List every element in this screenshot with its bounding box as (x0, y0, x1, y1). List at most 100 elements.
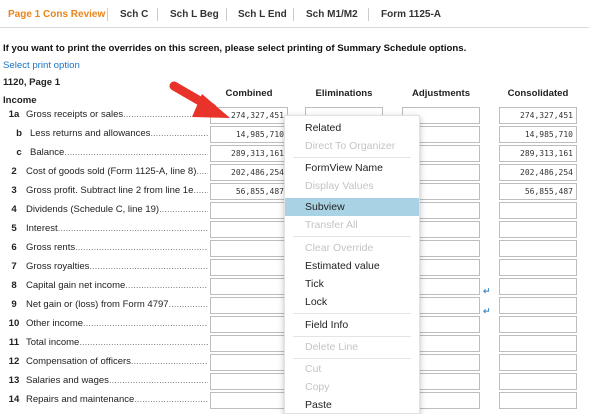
combined-field[interactable] (210, 392, 288, 409)
consolidated-field[interactable] (499, 373, 577, 390)
line-number: b (16, 128, 22, 139)
line-label: Dividends (Schedule C, line 19) (26, 204, 208, 215)
line-number: 10 (8, 318, 20, 329)
consolidated-field[interactable] (499, 335, 577, 352)
column-header-adjustments: Adjustments (411, 88, 471, 99)
menu-divider (293, 313, 411, 314)
menu-item-lock[interactable]: Lock (285, 293, 419, 311)
consolidated-field[interactable] (499, 221, 577, 238)
consolidated-field[interactable]: 56,855,487 (499, 183, 577, 200)
menu-item-display-values[interactable]: Display Values (285, 177, 419, 195)
menu-item-cut[interactable]: Cut (285, 360, 419, 378)
line-label: Repairs and maintenance (26, 394, 208, 405)
income-heading: Income (3, 95, 37, 106)
combined-field[interactable] (210, 316, 288, 333)
line-number: 14 (8, 394, 20, 405)
line-label: Gross royalties (26, 261, 208, 272)
menu-item-subview[interactable]: Subview (285, 198, 419, 216)
consolidated-field[interactable] (499, 259, 577, 276)
line-number: c (16, 147, 22, 158)
combined-field[interactable]: 56,855,487 (210, 183, 288, 200)
line-number: 4 (11, 204, 17, 215)
combined-field[interactable] (210, 221, 288, 238)
menu-divider (293, 236, 411, 237)
tab-bar: Page 1 Cons Review Sch C Sch L Beg Sch L… (0, 0, 589, 28)
consolidated-field[interactable] (499, 297, 577, 314)
combined-field[interactable]: 289,313,161 (210, 145, 288, 162)
context-menu: Related Direct To Organizer FormView Nam… (284, 115, 420, 414)
menu-item-tick[interactable]: Tick (285, 275, 419, 293)
combined-field[interactable] (210, 354, 288, 371)
menu-item-transfer-all[interactable]: Transfer All (285, 216, 419, 234)
line-number: 6 (11, 242, 17, 253)
line-label: Compensation of officers (26, 356, 208, 367)
combined-field[interactable] (210, 259, 288, 276)
pointer-arrow-icon (169, 81, 230, 118)
tab-sch-l-end[interactable]: Sch L End (238, 9, 287, 20)
line-label: Gross profit. Subtract line 2 from line … (26, 185, 208, 196)
tab-form-1125a[interactable]: Form 1125-A (381, 9, 441, 20)
column-header-eliminations: Eliminations (315, 88, 373, 99)
line-label: Net gain or (loss) from Form 4797 (26, 299, 208, 310)
combined-field[interactable] (210, 335, 288, 352)
line-label: Balance (30, 147, 208, 158)
menu-item-field-info[interactable]: Field Info (285, 316, 419, 334)
menu-divider (293, 336, 411, 337)
line-label: Capital gain net income (26, 280, 208, 291)
combined-field[interactable] (210, 278, 288, 295)
line-label: Less returns and allowances (30, 128, 208, 139)
combined-field[interactable] (210, 202, 288, 219)
tab-divider (226, 8, 227, 21)
consolidated-field[interactable] (499, 202, 577, 219)
link-marker-icon[interactable]: ↵ (483, 306, 491, 317)
consolidated-field[interactable]: 202,486,254 (499, 164, 577, 181)
menu-item-paste[interactable]: Paste (285, 396, 419, 414)
consolidated-field[interactable]: 289,313,161 (499, 145, 577, 162)
combined-field[interactable] (210, 297, 288, 314)
line-label: Cost of goods sold (Form 1125-A, line 8) (26, 166, 208, 177)
consolidated-field[interactable] (499, 354, 577, 371)
print-overrides-notice: If you want to print the overrides on th… (3, 43, 467, 54)
line-number: 12 (8, 356, 20, 367)
line-label: Interest (26, 223, 208, 234)
combined-field[interactable] (210, 373, 288, 390)
tab-sch-m1-m2[interactable]: Sch M1/M2 (306, 9, 358, 20)
combined-field[interactable]: 202,486,254 (210, 164, 288, 181)
link-marker-icon[interactable]: ↵ (483, 286, 491, 297)
menu-item-related[interactable]: Related (285, 119, 419, 137)
combined-field[interactable]: 14,985,710 (210, 126, 288, 143)
form-section-title: 1120, Page 1 (3, 77, 61, 88)
line-number: 11 (8, 337, 20, 348)
consolidated-field[interactable]: 14,985,710 (499, 126, 577, 143)
menu-item-clear-override[interactable]: Clear Override (285, 239, 419, 257)
line-number: 3 (11, 185, 17, 196)
line-label: Salaries and wages (26, 375, 208, 386)
menu-item-copy[interactable]: Copy (285, 378, 419, 396)
combined-field[interactable] (210, 240, 288, 257)
tab-divider (107, 8, 108, 21)
line-number: 5 (11, 223, 17, 234)
line-number: 13 (8, 375, 20, 386)
tab-divider (157, 8, 158, 21)
menu-item-delete-line[interactable]: Delete Line (285, 338, 419, 356)
consolidated-field[interactable] (499, 316, 577, 333)
select-print-option-link[interactable]: Select print option (3, 60, 80, 71)
consolidated-field[interactable] (499, 240, 577, 257)
menu-item-estimated-value[interactable]: Estimated value (285, 257, 419, 275)
tab-divider (293, 8, 294, 21)
line-label: Other income (26, 318, 208, 329)
consolidated-field[interactable] (499, 278, 577, 295)
tab-divider (368, 8, 369, 21)
consolidated-field[interactable] (499, 392, 577, 409)
tab-page1-cons-review[interactable]: Page 1 Cons Review (8, 9, 105, 20)
line-label: Gross rents (26, 242, 208, 253)
line-number: 8 (11, 280, 17, 291)
menu-divider (293, 157, 411, 158)
menu-item-direct-to-organizer[interactable]: Direct To Organizer (285, 137, 419, 155)
consolidated-field[interactable]: 274,327,451 (499, 107, 577, 124)
line-number: 9 (11, 299, 17, 310)
line-label: Total income (26, 337, 208, 348)
menu-item-formview-name[interactable]: FormView Name (285, 159, 419, 177)
tab-sch-l-beg[interactable]: Sch L Beg (170, 9, 219, 20)
tab-sch-c[interactable]: Sch C (120, 9, 148, 20)
